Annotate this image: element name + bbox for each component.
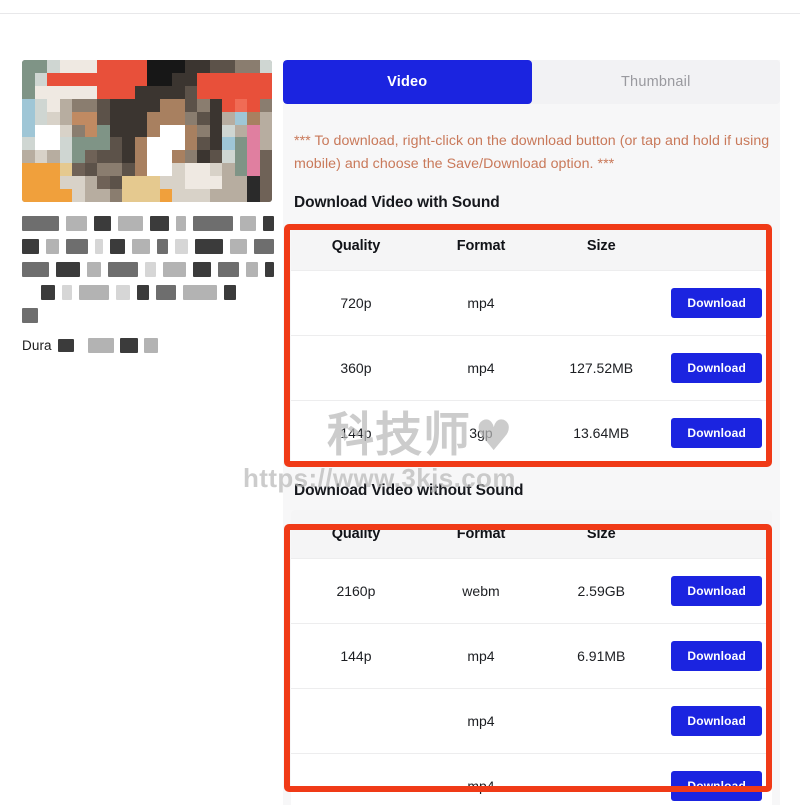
pixelated-photo: [22, 60, 272, 202]
download-button[interactable]: Download: [671, 288, 762, 318]
table-row: 2160p webm 2.59GB Download: [291, 558, 772, 624]
cell-size: 13.64MB: [541, 400, 662, 465]
redacted-line: [22, 239, 275, 254]
cell-format: mp4: [420, 688, 542, 754]
download-button[interactable]: Download: [671, 771, 762, 801]
downloader-main-panel: Video Thumbnail *** To download, right-c…: [283, 60, 780, 805]
cell-size: 6.91MB: [541, 623, 662, 689]
cell-quality: [291, 753, 421, 805]
cell-action: Download: [661, 558, 772, 624]
cell-action: Download: [661, 400, 772, 465]
cell-quality: 144p: [291, 623, 421, 689]
section-title-without-sound: Download Video without Sound: [294, 482, 524, 499]
cell-quality: 144p: [291, 400, 421, 465]
tab-bar: Video Thumbnail: [283, 60, 780, 104]
cell-format: mp4: [420, 335, 542, 401]
video-info-sidebar: Dura: [22, 60, 275, 354]
cell-action: Download: [661, 688, 772, 754]
cell-size: [541, 753, 662, 805]
table-row: 144p 3gp 13.64MB Download: [291, 400, 772, 465]
download-button[interactable]: Download: [671, 418, 762, 448]
table-row: 144p mp4 6.91MB Download: [291, 623, 772, 689]
download-button[interactable]: Download: [671, 576, 762, 606]
download-button[interactable]: Download: [671, 641, 762, 671]
cell-action: Download: [661, 623, 772, 689]
table-row: 360p mp4 127.52MB Download: [291, 335, 772, 401]
table-row: 720p mp4 Download: [291, 270, 772, 336]
column-header-size: Size: [541, 222, 662, 271]
cell-action: Download: [661, 270, 772, 336]
duration-row: Dura: [22, 337, 274, 354]
cell-quality: [291, 688, 421, 754]
download-instructions-notice: *** To download, right-click on the down…: [294, 133, 770, 172]
cell-quality: 720p: [291, 270, 421, 336]
column-header-format: Format: [420, 510, 542, 559]
redacted-line: [22, 216, 275, 231]
column-header-format: Format: [420, 222, 542, 271]
cell-format: mp4: [420, 753, 542, 805]
table-header-row: Quality Format Size: [291, 510, 772, 559]
table-header-row: Quality Format Size: [291, 222, 772, 271]
column-header-action: [661, 510, 772, 559]
download-table-with-sound: Quality Format Size 720p mp4 Download 36…: [291, 222, 772, 465]
redacted-line: [22, 262, 274, 277]
tab-video[interactable]: Video: [283, 60, 532, 104]
video-thumbnail[interactable]: [22, 60, 272, 202]
redacted-line: [22, 285, 274, 300]
column-header-quality: Quality: [291, 510, 421, 559]
table-row: mp4 Download: [291, 688, 772, 754]
column-header-size: Size: [541, 510, 662, 559]
cell-format: mp4: [420, 270, 542, 336]
cell-action: Download: [661, 335, 772, 401]
download-button[interactable]: Download: [671, 353, 762, 383]
video-title-redacted: [22, 216, 275, 323]
download-button[interactable]: Download: [671, 706, 762, 736]
cell-size: [541, 270, 662, 336]
top-divider: [0, 13, 800, 14]
column-header-quality: Quality: [291, 222, 421, 271]
cell-action: Download: [661, 753, 772, 805]
cell-quality: 360p: [291, 335, 421, 401]
redacted-line: [22, 308, 274, 323]
column-header-action: [661, 222, 772, 271]
cell-size: [541, 688, 662, 754]
cell-size: 127.52MB: [541, 335, 662, 401]
table-row: mp4 Download: [291, 753, 772, 805]
cell-format: 3gp: [420, 400, 542, 465]
download-table-without-sound: Quality Format Size 2160p webm 2.59GB Do…: [291, 510, 772, 805]
tab-thumbnail[interactable]: Thumbnail: [531, 60, 780, 104]
cell-format: webm: [420, 558, 542, 624]
section-title-with-sound: Download Video with Sound: [294, 194, 500, 211]
page-root: Dura Video Thumbnail *** To download, ri…: [0, 0, 800, 805]
cell-format: mp4: [420, 623, 542, 689]
cell-size: 2.59GB: [541, 558, 662, 624]
cell-quality: 2160p: [291, 558, 421, 624]
duration-label: Dura: [22, 338, 52, 353]
